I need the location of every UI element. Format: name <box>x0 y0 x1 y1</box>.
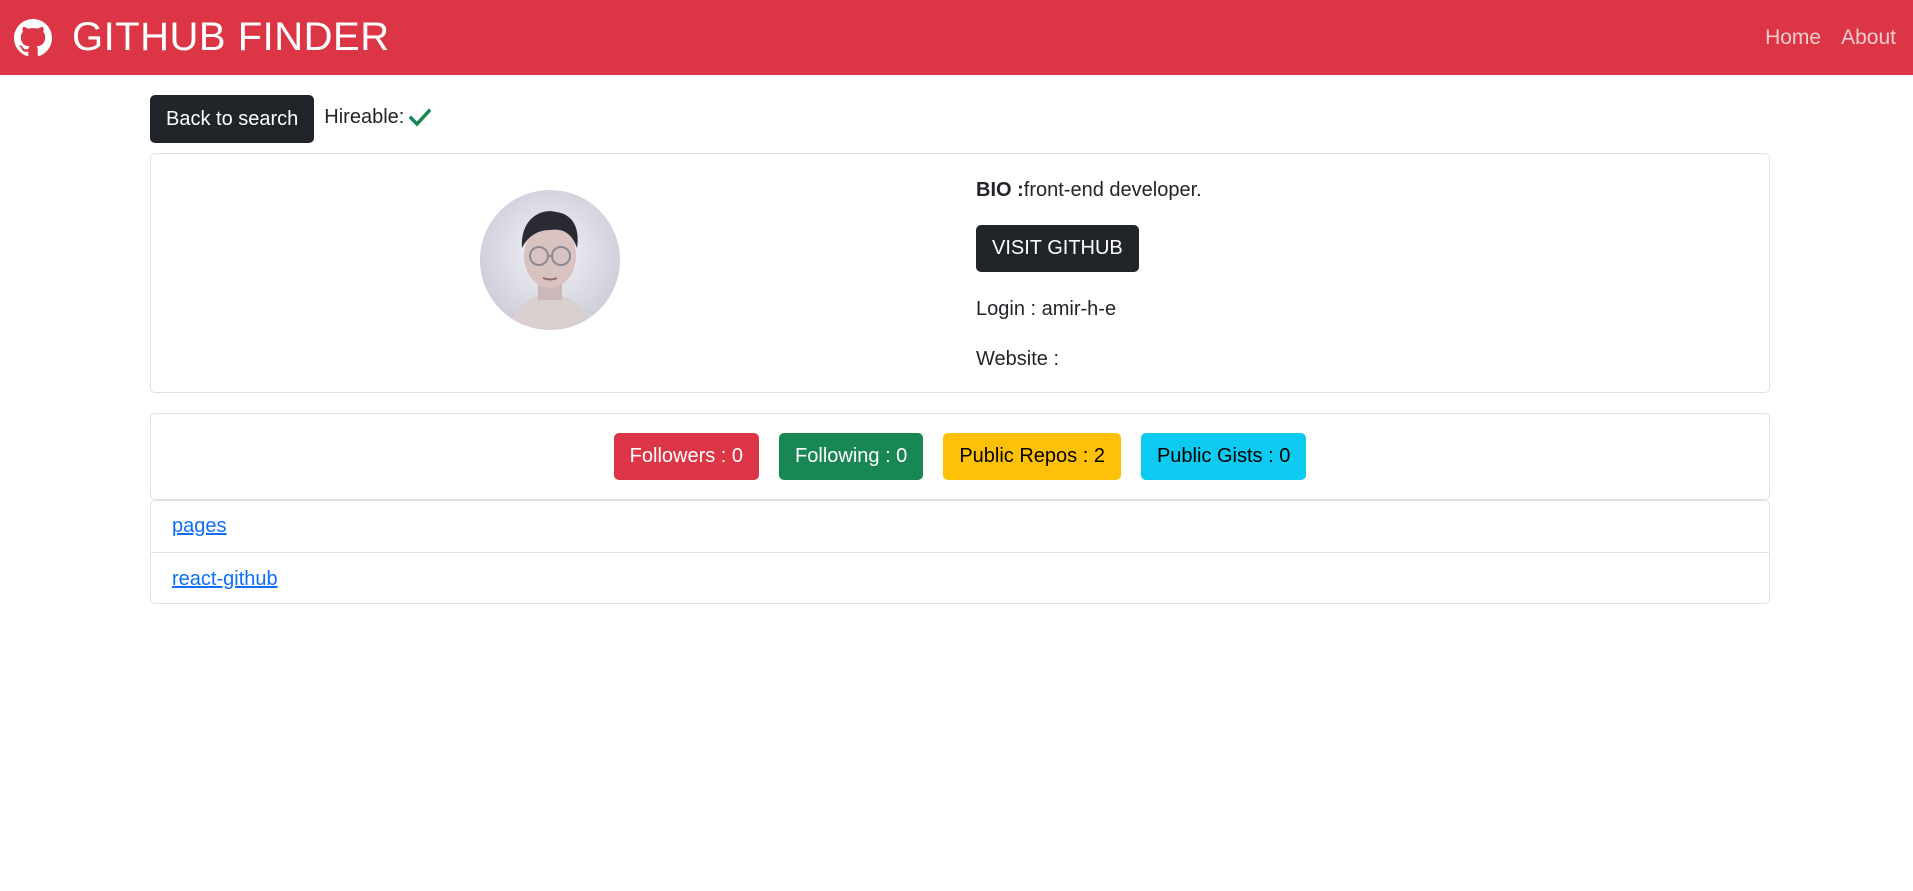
login-label: Login : <box>976 298 1042 320</box>
topbar: Back to search Hireable: <box>150 95 1770 143</box>
hireable-status: Hireable: <box>324 105 432 129</box>
repo-list: pages react-github <box>150 500 1770 604</box>
repo-link-pages[interactable]: pages <box>172 515 227 538</box>
stats-card: Followers : 0 Following : 0 Public Repos… <box>150 413 1770 500</box>
brand[interactable]: GITHUB FINDER <box>14 15 390 60</box>
avatar <box>480 190 620 330</box>
nav-about-link[interactable]: About <box>1841 26 1896 50</box>
brand-title: GITHUB FINDER <box>72 15 390 59</box>
profile-card: BIO :front-end developer. VISIT GITHUB L… <box>150 153 1770 393</box>
hireable-label: Hireable: <box>324 105 405 128</box>
nav-home-link[interactable]: Home <box>1765 26 1821 50</box>
profile-details: BIO :front-end developer. VISIT GITHUB L… <box>976 178 1202 371</box>
followers-badge: Followers : 0 <box>613 433 760 480</box>
list-item: pages <box>151 501 1769 553</box>
nav-links: Home About <box>1745 26 1896 50</box>
visit-github-button[interactable]: VISIT GITHUB <box>976 225 1139 272</box>
list-item: react-github <box>151 553 1769 605</box>
bio-text: front-end developer. <box>1023 179 1202 201</box>
following-badge: Following : 0 <box>779 433 924 480</box>
login-line: Login : amir-h-e <box>976 297 1202 321</box>
login-value: amir-h-e <box>1041 298 1117 320</box>
repo-link-react-github[interactable]: react-github <box>172 568 278 591</box>
bio: BIO :front-end developer. <box>976 178 1202 202</box>
public-gists-badge: Public Gists : 0 <box>1140 433 1307 480</box>
navbar: GITHUB FINDER Home About <box>0 0 1913 75</box>
website-line: Website : <box>976 347 1202 371</box>
github-icon <box>14 18 52 57</box>
check-icon <box>408 106 432 128</box>
website-label: Website : <box>976 348 1059 370</box>
bio-label: BIO : <box>976 179 1024 201</box>
public-repos-badge: Public Repos : 2 <box>943 433 1121 480</box>
back-to-search-button[interactable]: Back to search <box>150 95 315 143</box>
